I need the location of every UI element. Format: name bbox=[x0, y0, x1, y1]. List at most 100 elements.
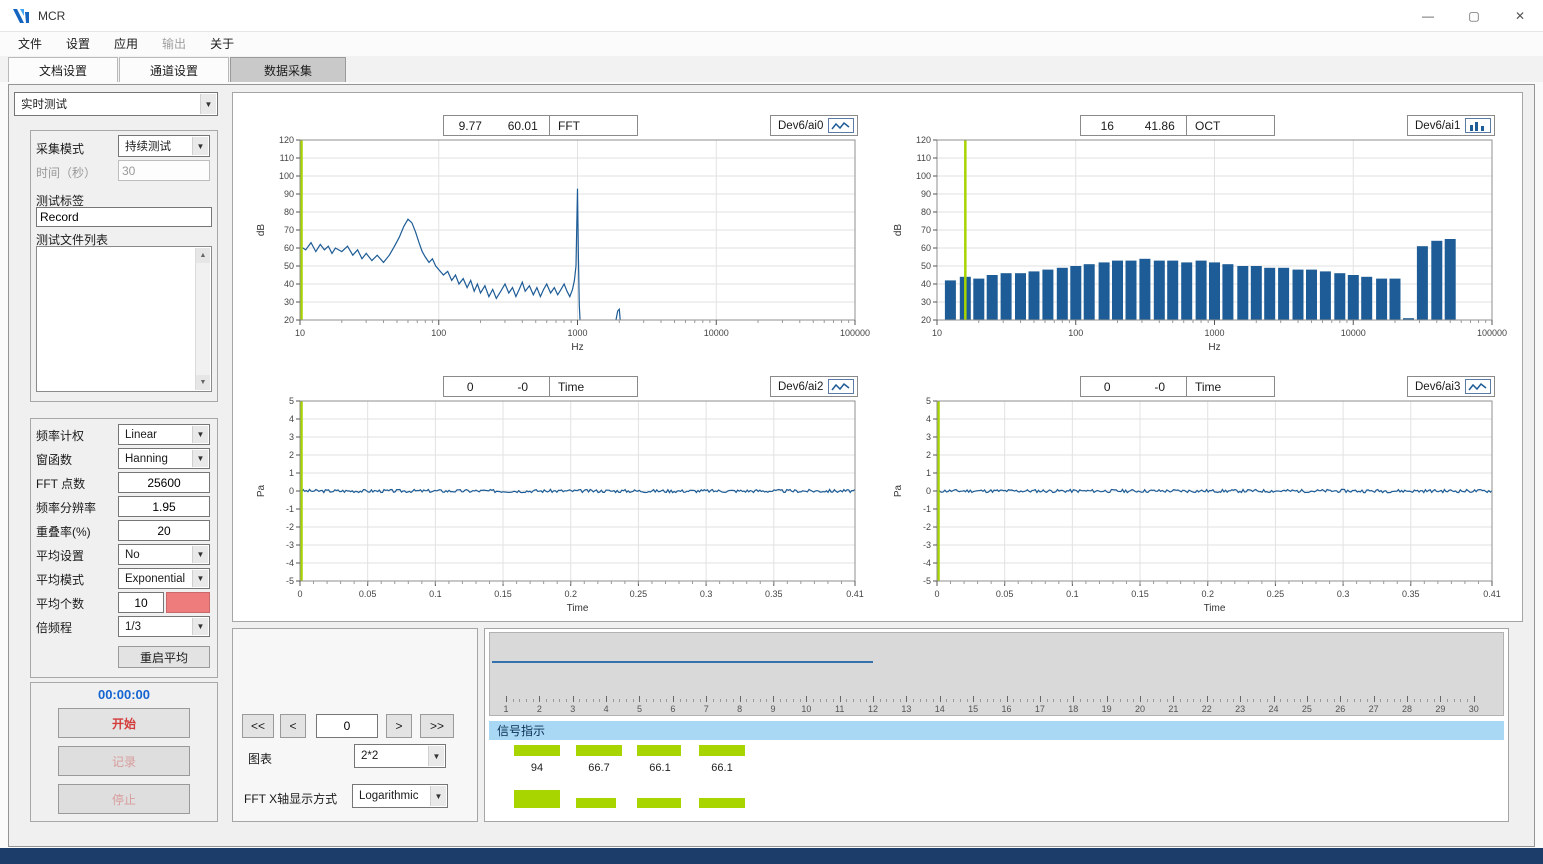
ruler-number: 1 bbox=[503, 704, 508, 714]
time-seconds-input[interactable] bbox=[118, 160, 210, 181]
close-button[interactable]: ✕ bbox=[1497, 0, 1543, 32]
channel-selector[interactable]: Dev6/ai2 bbox=[770, 376, 858, 397]
svg-text:0.15: 0.15 bbox=[494, 589, 512, 599]
svg-text:-4: -4 bbox=[286, 558, 294, 568]
fft-axis-mode-value: Logarithmic bbox=[359, 790, 418, 802]
channel-label: Dev6/ai1 bbox=[1415, 120, 1460, 132]
svg-text:0.41: 0.41 bbox=[846, 589, 864, 599]
test-type-select[interactable]: 实时测试 ▼ bbox=[14, 92, 218, 116]
minimize-button[interactable]: — bbox=[1405, 0, 1451, 32]
channel-label: Dev6/ai2 bbox=[778, 381, 823, 393]
scroll-up-icon[interactable]: ▲ bbox=[196, 248, 210, 263]
time-plot-ai2[interactable]: -5-4-3-2-101234500.050.10.150.20.250.30.… bbox=[232, 395, 872, 635]
channel-selector[interactable]: Dev6/ai3 bbox=[1407, 376, 1495, 397]
nav-prev-button[interactable]: < bbox=[280, 714, 306, 738]
overlap-label: 重叠率(%) bbox=[36, 523, 91, 540]
nav-next-button[interactable]: > bbox=[386, 714, 412, 738]
octave-value: 1/3 bbox=[125, 621, 141, 633]
oct-plot[interactable]: 2030405060708090100110120101001000100001… bbox=[869, 134, 1509, 374]
maximize-button[interactable]: ▢ bbox=[1451, 0, 1497, 32]
svg-text:5: 5 bbox=[289, 396, 294, 406]
svg-text:60: 60 bbox=[284, 243, 294, 253]
listbox-scrollbar[interactable]: ▲ ▼ bbox=[195, 248, 210, 390]
channel-selector[interactable]: Dev6/ai1 bbox=[1407, 115, 1495, 136]
menu-application[interactable]: 应用 bbox=[102, 32, 150, 55]
nav-index-input[interactable] bbox=[316, 714, 378, 738]
nav-last-button[interactable]: >> bbox=[420, 714, 454, 738]
chevron-down-icon: ▼ bbox=[200, 94, 216, 114]
fft-points-input[interactable] bbox=[118, 472, 210, 493]
average-count-indicator bbox=[166, 592, 210, 613]
record-button[interactable]: 记录 bbox=[58, 746, 190, 776]
scroll-down-icon[interactable]: ▼ bbox=[196, 375, 210, 390]
signal-level-bar bbox=[637, 798, 681, 808]
fft-plot[interactable]: 2030405060708090100110120101001000100001… bbox=[232, 134, 872, 374]
test-file-listbox[interactable]: ▲ ▼ bbox=[36, 246, 212, 392]
ruler-number: 28 bbox=[1402, 704, 1412, 714]
start-button[interactable]: 开始 bbox=[58, 708, 190, 738]
signal-header: 信号指示 bbox=[489, 721, 1504, 740]
svg-text:Pa: Pa bbox=[256, 484, 267, 497]
svg-text:0.1: 0.1 bbox=[429, 589, 442, 599]
svg-text:110: 110 bbox=[280, 153, 294, 163]
svg-text:3: 3 bbox=[289, 432, 294, 442]
overlap-input[interactable] bbox=[118, 520, 210, 541]
freq-weighting-select[interactable]: Linear ▼ bbox=[118, 424, 210, 445]
tab-data-acquisition[interactable]: 数据采集 bbox=[230, 57, 346, 82]
menu-bar: 文件 设置 应用 输出 关于 bbox=[0, 32, 1543, 55]
app-logo-icon bbox=[12, 7, 30, 25]
fft-points-label: FFT 点数 bbox=[36, 475, 85, 492]
ruler-number: 21 bbox=[1168, 704, 1178, 714]
ruler-number: 19 bbox=[1102, 704, 1112, 714]
average-setting-select[interactable]: No ▼ bbox=[118, 544, 210, 565]
average-count-input[interactable] bbox=[118, 592, 164, 613]
average-setting-label: 平均设置 bbox=[36, 547, 84, 564]
test-type-value: 实时测试 bbox=[21, 96, 67, 112]
svg-text:dB: dB bbox=[256, 224, 267, 237]
average-mode-select[interactable]: Exponential ▼ bbox=[118, 568, 210, 589]
acq-mode-select[interactable]: 持续测试 ▼ bbox=[118, 135, 210, 157]
chart-layout-select[interactable]: 2*2 ▼ bbox=[354, 744, 446, 768]
fft-axis-mode-select[interactable]: Logarithmic ▼ bbox=[352, 784, 448, 808]
average-count-label: 平均个数 bbox=[36, 595, 84, 612]
svg-text:40: 40 bbox=[921, 279, 931, 289]
chart-type-label: Time bbox=[549, 376, 638, 397]
chevron-down-icon: ▼ bbox=[428, 746, 444, 766]
menu-settings[interactable]: 设置 bbox=[54, 32, 102, 55]
svg-text:0: 0 bbox=[926, 486, 931, 496]
chart-panel-fft: 9.77 60.01 FFT Dev6/ai0 2030405060708090… bbox=[232, 108, 877, 374]
chart-layout-value: 2*2 bbox=[361, 750, 378, 762]
octave-select[interactable]: 1/3 ▼ bbox=[118, 616, 210, 637]
signal-level-bar bbox=[699, 745, 745, 756]
restart-average-button[interactable]: 重启平均 bbox=[118, 646, 210, 668]
svg-text:0.15: 0.15 bbox=[1131, 589, 1149, 599]
svg-text:0.25: 0.25 bbox=[1267, 589, 1285, 599]
window-function-select[interactable]: Hanning ▼ bbox=[118, 448, 210, 469]
tab-document-settings[interactable]: 文档设置 bbox=[8, 57, 118, 82]
ruler-number: 5 bbox=[637, 704, 642, 714]
signal-level-bar bbox=[576, 745, 622, 756]
svg-text:0: 0 bbox=[289, 486, 294, 496]
channel-selector[interactable]: Dev6/ai0 bbox=[770, 115, 858, 136]
svg-text:50: 50 bbox=[921, 261, 931, 271]
test-label-input[interactable] bbox=[36, 207, 212, 227]
svg-text:0.05: 0.05 bbox=[359, 589, 377, 599]
svg-text:4: 4 bbox=[289, 414, 294, 424]
svg-text:-3: -3 bbox=[923, 540, 931, 550]
svg-text:1000: 1000 bbox=[1204, 328, 1224, 338]
freq-resolution-input[interactable] bbox=[118, 496, 210, 517]
timeline-strip[interactable]: 1234567891011121314151617181920212223242… bbox=[489, 632, 1504, 716]
nav-first-button[interactable]: << bbox=[242, 714, 274, 738]
tab-channel-settings[interactable]: 通道设置 bbox=[119, 57, 229, 82]
svg-text:-1: -1 bbox=[286, 504, 294, 514]
svg-text:-5: -5 bbox=[923, 576, 931, 586]
svg-text:0.35: 0.35 bbox=[1402, 589, 1420, 599]
time-plot-ai3[interactable]: -5-4-3-2-101234500.050.10.150.20.250.30.… bbox=[869, 395, 1509, 635]
stop-button[interactable]: 停止 bbox=[58, 784, 190, 814]
svg-text:30: 30 bbox=[921, 297, 931, 307]
timeline-progress bbox=[492, 661, 873, 663]
menu-about[interactable]: 关于 bbox=[198, 32, 246, 55]
svg-text:3: 3 bbox=[926, 432, 931, 442]
menu-file[interactable]: 文件 bbox=[6, 32, 54, 55]
ruler-number: 6 bbox=[670, 704, 675, 714]
